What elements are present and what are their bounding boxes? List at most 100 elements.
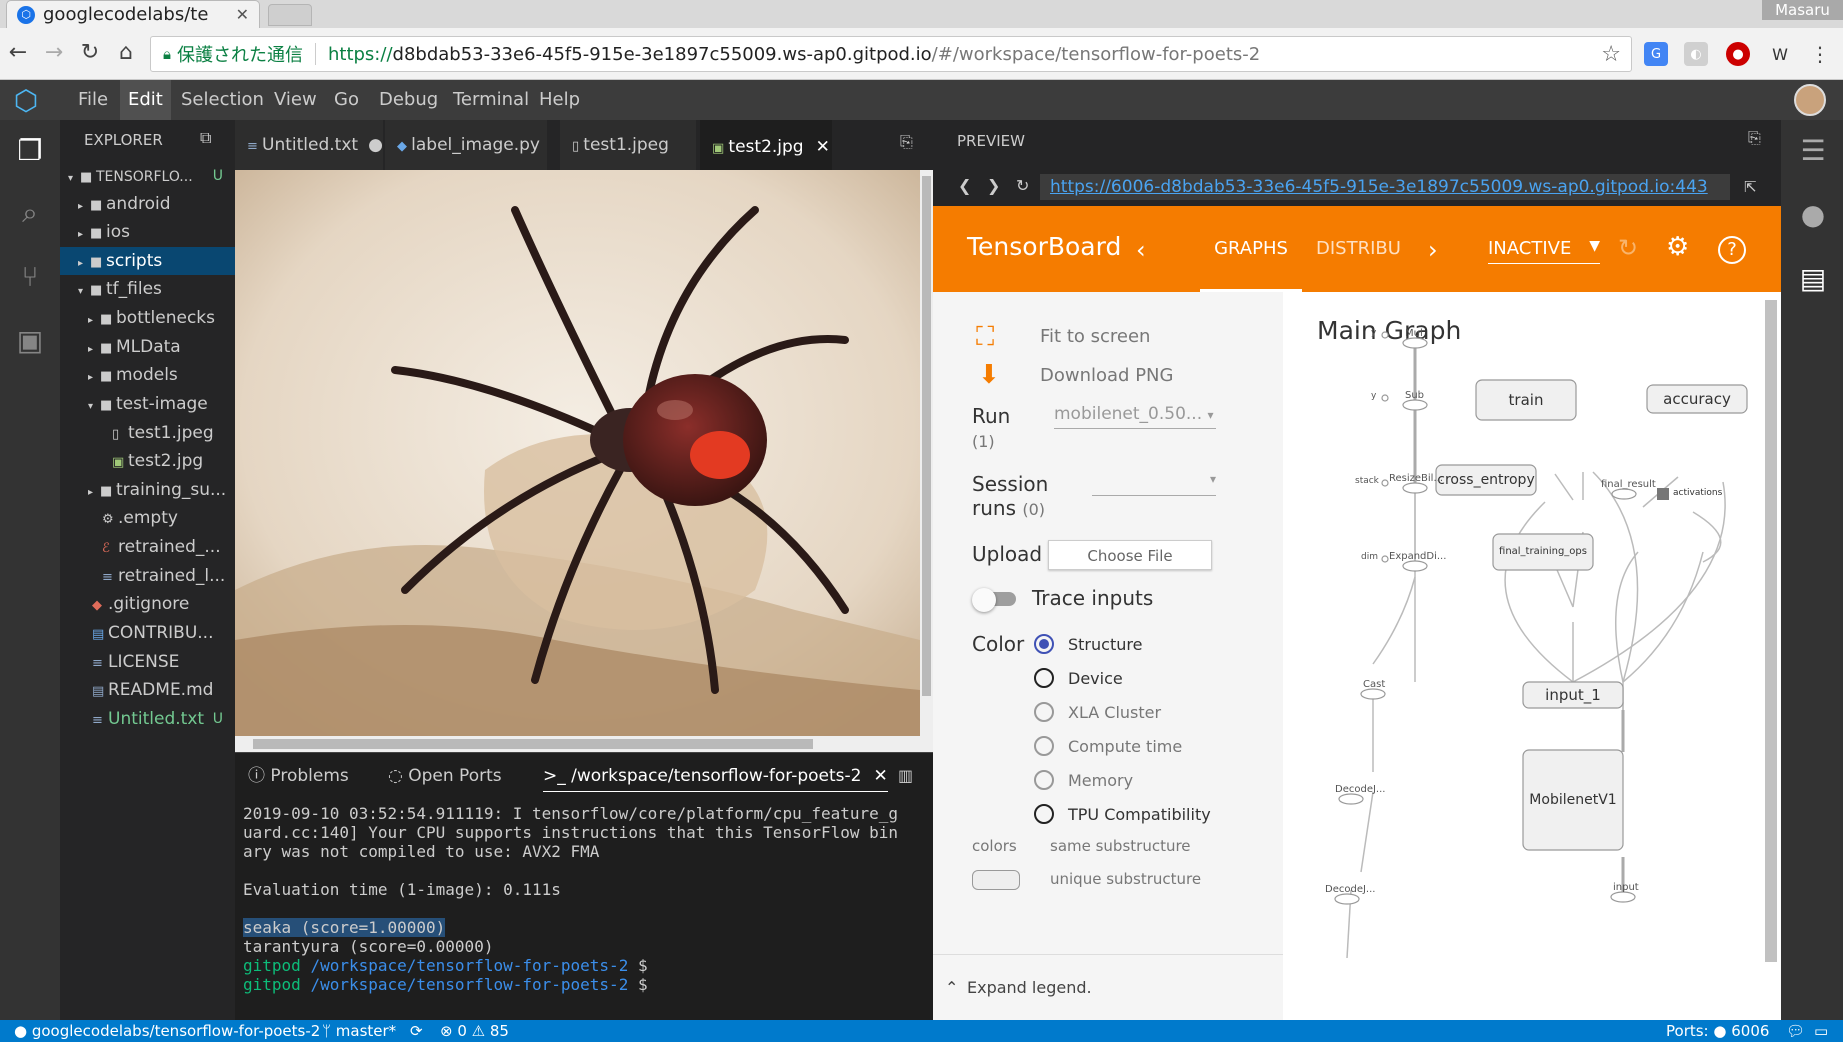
tree-item-contributing[interactable]: ▤ CONTRIBU... bbox=[60, 619, 235, 647]
ports-status[interactable]: Ports: ● 6006 bbox=[1666, 1020, 1769, 1042]
menu-file[interactable]: File bbox=[70, 80, 116, 120]
tree-item-retrained-labels[interactable]: ≡ retrained_l... bbox=[60, 562, 235, 590]
settings-gear-icon[interactable]: ⚙ bbox=[1666, 232, 1689, 262]
inactive-dashboards-dropdown[interactable]: INACTIVE ▼ bbox=[1488, 238, 1600, 264]
node-mobilenet[interactable]: MobilenetV1 bbox=[1523, 750, 1623, 850]
branch-status[interactable]: ᛘ master* bbox=[322, 1020, 396, 1042]
node-cross-entropy[interactable]: cross_entropy bbox=[1436, 465, 1536, 495]
back-icon[interactable]: ← bbox=[4, 40, 32, 65]
node-final-training-ops[interactable]: final_training_ops bbox=[1493, 534, 1593, 570]
node-resize[interactable]: ResizeBil... bbox=[1389, 473, 1443, 484]
node-final-result[interactable]: final_result bbox=[1601, 479, 1656, 490]
download-png-button[interactable]: Download PNG bbox=[1040, 365, 1173, 386]
help-icon[interactable]: ? bbox=[1718, 236, 1746, 264]
color-xla-radio[interactable] bbox=[1034, 702, 1054, 726]
split-editor-icon[interactable]: ⎘ bbox=[900, 132, 913, 152]
trace-inputs-toggle[interactable] bbox=[972, 588, 1020, 612]
download-icon[interactable]: ⬇ bbox=[978, 360, 1000, 390]
browser-tab-active[interactable]: ⬡ googlecodelabs/te ✕ bbox=[6, 0, 260, 28]
home-icon[interactable]: ⌂ bbox=[112, 40, 140, 65]
preview-icon[interactable]: ▤ bbox=[1795, 262, 1831, 295]
extension-icon[interactable]: ◐ bbox=[1684, 42, 1708, 66]
terminal-output[interactable]: 2019-09-10 03:52:54.911119: I tensorflow… bbox=[243, 804, 923, 1014]
wikipedia-extension-icon[interactable]: W bbox=[1768, 42, 1792, 66]
files-icon[interactable]: ❐ bbox=[10, 134, 50, 174]
tree-item-untitled[interactable]: ≡ Untitled.txt U bbox=[60, 705, 235, 733]
browser-user-chip[interactable]: Masaru bbox=[1762, 0, 1843, 20]
node-y-1[interactable]: y bbox=[1371, 328, 1376, 338]
tree-item-mldata[interactable]: ▸ ■ MLData bbox=[60, 333, 235, 361]
tree-item-training-summaries[interactable]: ▸ ■ training_su... bbox=[60, 476, 235, 504]
color-device-radio[interactable] bbox=[1034, 668, 1054, 692]
tab-problems[interactable]: ⓘ Problems bbox=[248, 760, 349, 792]
outline-icon[interactable]: ☰ bbox=[1795, 134, 1831, 167]
tab-untitled-txt[interactable]: ≡ Untitled.txt ● bbox=[235, 120, 383, 170]
tree-root[interactable]: ▾ ■ TENSORFLO... U bbox=[60, 162, 235, 190]
open-preview-icon[interactable]: ⎘ bbox=[1748, 128, 1761, 148]
tab-distributions[interactable]: DISTRIBUTIONS bbox=[1316, 206, 1400, 292]
node-accuracy[interactable]: accuracy bbox=[1647, 385, 1747, 413]
forward-icon[interactable]: → bbox=[40, 40, 68, 65]
choose-file-button[interactable]: Choose File bbox=[1048, 540, 1212, 570]
menu-selection[interactable]: Selection bbox=[173, 80, 272, 120]
tree-item-test2-jpg[interactable]: ▣ test2.jpg bbox=[60, 447, 235, 475]
tree-item-gitignore[interactable]: ◆ .gitignore bbox=[60, 590, 235, 618]
tree-item-empty[interactable]: ⚙ .empty bbox=[60, 504, 235, 532]
color-structure-radio[interactable] bbox=[1034, 634, 1054, 658]
color-memory-radio[interactable] bbox=[1034, 770, 1054, 794]
source-control-icon[interactable]: ⑂ bbox=[10, 260, 50, 300]
open-external-icon[interactable]: ⇱ bbox=[1744, 178, 1757, 196]
browser-menu-icon[interactable]: ⋮ bbox=[1808, 42, 1832, 66]
image-vertical-scroll-thumb[interactable] bbox=[922, 176, 931, 696]
unsaved-dot-icon[interactable]: ● bbox=[368, 135, 383, 155]
tab-test1-jpeg[interactable]: ▯ test1.jpeg bbox=[560, 120, 696, 170]
translate-extension-icon[interactable]: G bbox=[1644, 42, 1668, 66]
collapse-all-icon[interactable]: ⧉ bbox=[200, 128, 211, 148]
expand-legend-button[interactable]: ⌃ Expand legend. bbox=[933, 954, 1283, 1022]
node-dim[interactable]: dim bbox=[1361, 552, 1378, 562]
tabs-prev-icon[interactable]: ‹ bbox=[1136, 236, 1146, 264]
node-train[interactable]: train bbox=[1476, 380, 1576, 420]
tree-item-license[interactable]: ≡ LICENSE bbox=[60, 648, 235, 676]
image-horizontal-scroll-thumb[interactable] bbox=[253, 739, 813, 749]
github-icon[interactable]: ● bbox=[1795, 198, 1831, 231]
chat-icon[interactable]: 💬︎ bbox=[1786, 1020, 1805, 1042]
tab-terminal[interactable]: >_ /workspace/tensorflow-for-poets-2 ✕ bbox=[543, 760, 888, 792]
tree-item-tf-files[interactable]: ▾ ■ tf_files bbox=[60, 275, 235, 303]
color-tpu-radio[interactable] bbox=[1034, 804, 1054, 828]
tree-item-ios[interactable]: ▸ ■ ios bbox=[60, 218, 235, 246]
fit-to-screen-icon[interactable]: ⛶ bbox=[976, 322, 994, 353]
fit-to-screen-button[interactable]: Fit to screen bbox=[1040, 326, 1150, 347]
color-compute-radio[interactable] bbox=[1034, 736, 1054, 760]
menu-edit[interactable]: Edit bbox=[120, 80, 171, 120]
tab-label-image-py[interactable]: ◆ label_image.py bbox=[385, 120, 547, 170]
repo-status[interactable]: ● googlecodelabs/tensorflow-for-poets-2 bbox=[14, 1020, 320, 1042]
tab-test2-jpg[interactable]: ▣ test2.jpg ✕ bbox=[700, 120, 832, 170]
extensions-icon[interactable]: ▣ bbox=[10, 324, 50, 364]
close-tab-icon[interactable]: ✕ bbox=[816, 137, 830, 157]
menu-terminal[interactable]: Terminal bbox=[445, 80, 537, 120]
graph-scrollbar[interactable] bbox=[1765, 300, 1777, 962]
problems-status[interactable]: ⊗ 0 ⚠ 85 bbox=[440, 1020, 509, 1042]
tree-item-scripts[interactable]: ▸ ■ scripts bbox=[60, 247, 235, 275]
refresh-icon[interactable]: ↻ bbox=[1618, 234, 1638, 262]
preview-back-icon[interactable]: ❮ bbox=[958, 176, 971, 195]
search-icon[interactable]: ⌕ bbox=[10, 196, 50, 236]
node-stack[interactable]: stack bbox=[1355, 476, 1379, 486]
node-decode-1[interactable]: DecodeJ... bbox=[1335, 784, 1385, 795]
close-terminal-icon[interactable]: ✕ bbox=[873, 766, 887, 786]
menu-go[interactable]: Go bbox=[326, 80, 367, 120]
layout-icon[interactable]: ▭ bbox=[1814, 1020, 1828, 1042]
tree-item-models[interactable]: ▸ ■ models bbox=[60, 361, 235, 389]
tab-open-ports[interactable]: ◌ Open Ports bbox=[388, 760, 502, 792]
menu-debug[interactable]: Debug bbox=[371, 80, 446, 120]
tree-item-android[interactable]: ▸ ■ android bbox=[60, 190, 235, 218]
node-y-2[interactable]: y bbox=[1371, 391, 1376, 401]
address-bar[interactable]: 🔒︎ 保護された通信 https:// d8bdab53-33e6-45f5-9… bbox=[150, 36, 1632, 72]
tab-graphs[interactable]: GRAPHS bbox=[1200, 206, 1302, 292]
node-input-1[interactable]: input_1 bbox=[1523, 682, 1623, 708]
node-expand[interactable]: ExpandDi... bbox=[1389, 551, 1446, 562]
close-tab-icon[interactable]: ✕ bbox=[236, 5, 249, 24]
tree-item-retrained-graph[interactable]: ℰretrained_... bbox=[60, 533, 235, 561]
reload-icon[interactable]: ↻ bbox=[76, 40, 104, 65]
